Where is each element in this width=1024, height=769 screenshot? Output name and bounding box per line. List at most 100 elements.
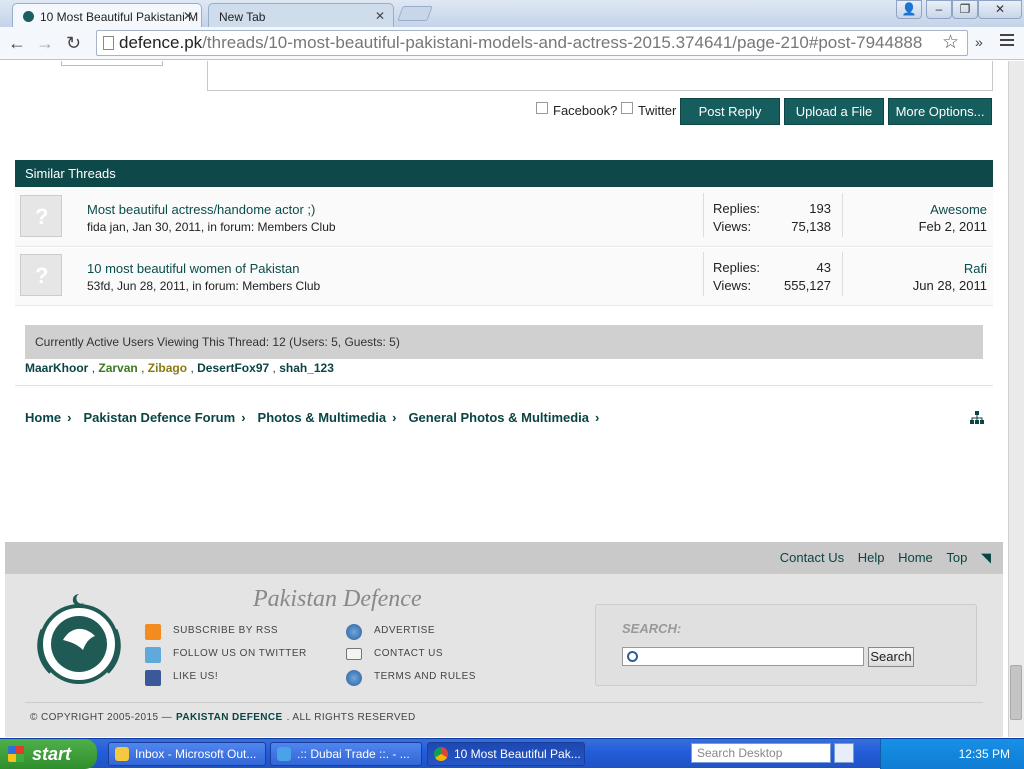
search-go-icon[interactable]	[834, 743, 854, 763]
url-host: defence.pk	[119, 33, 203, 52]
footer: Pakistan Defence SUBSCRIBE BY RSS FOLLOW…	[5, 574, 1003, 737]
footer-home-link[interactable]: Home	[898, 550, 933, 565]
active-user-link[interactable]: MaarKhoor	[25, 361, 88, 375]
contact-us-link[interactable]: CONTACT US	[374, 648, 443, 659]
taskbar-chrome[interactable]: 10 Most Beautiful Pak...	[427, 742, 585, 766]
advertise-link[interactable]: ADVERTISE	[374, 625, 435, 636]
divider	[15, 385, 993, 386]
start-button[interactable]: start	[0, 739, 97, 769]
address-bar[interactable]: defence.pk/threads/10-most-beautiful-pak…	[96, 30, 968, 56]
globe-icon	[346, 670, 362, 686]
twitter-icon[interactable]	[145, 647, 161, 663]
pakistan-defence-logo	[37, 593, 121, 684]
back-arrow-icon[interactable]: ←	[8, 33, 26, 53]
rss-icon[interactable]	[145, 624, 161, 640]
chrome-icon	[434, 747, 448, 761]
copyright: © COPYRIGHT 2005-2015 — PAKISTAN DEFENCE.…	[30, 712, 416, 723]
outlook-icon	[115, 747, 129, 761]
user-separator: ,	[190, 361, 194, 375]
footer-search-panel: SEARCH: Search	[595, 604, 977, 686]
copyright-suffix: . ALL RIGHTS RESERVED	[286, 712, 416, 723]
replies-label: Replies:	[713, 260, 760, 275]
last-post: Rafi Jun 28, 2011	[913, 261, 987, 293]
chevron-right-icon: ›	[241, 410, 246, 425]
tab-label: 10 Most Beautiful Pakistani M	[40, 10, 199, 24]
more-options-button[interactable]: More Options...	[888, 98, 992, 125]
breadcrumb-home[interactable]: Home	[25, 410, 61, 425]
twitter-checkbox[interactable]	[621, 102, 633, 114]
user-separator: ,	[141, 361, 145, 375]
like-us-link[interactable]: LIKE US!	[173, 671, 218, 682]
upload-file-button[interactable]: Upload a File	[784, 98, 884, 125]
tab-close-icon[interactable]: ✕	[375, 9, 385, 23]
minimize-button[interactable]: –	[926, 0, 952, 19]
menu-icon[interactable]	[1000, 34, 1014, 49]
divider	[25, 702, 983, 703]
active-users-bar: Currently Active Users Viewing This Thre…	[25, 325, 983, 359]
close-window-button[interactable]: ✕	[978, 0, 1022, 19]
reload-icon[interactable]: ↻	[66, 33, 81, 53]
terms-rules-link[interactable]: TERMS AND RULES	[374, 671, 476, 682]
active-user-link[interactable]: shah_123	[279, 361, 334, 375]
footer-help-link[interactable]: Help	[858, 550, 885, 565]
post-reply-button[interactable]: Post Reply	[680, 98, 780, 125]
user-separator: ,	[272, 361, 276, 375]
chevron-right-icon: ›	[595, 410, 600, 425]
system-tray: 12:35 PM	[880, 739, 1024, 769]
search-input[interactable]	[622, 647, 864, 666]
twitter-link[interactable]: FOLLOW US ON TWITTER	[173, 648, 307, 659]
facebook-label: Facebook?	[553, 103, 618, 118]
task-label: 10 Most Beautiful Pak...	[454, 747, 581, 761]
thread-meta: 53fd, Jun 28, 2011, in forum: Members Cl…	[87, 279, 321, 293]
url-path: /threads/10-most-beautiful-pakistani-mod…	[202, 33, 923, 52]
breadcrumb-forum[interactable]: Pakistan Defence Forum	[83, 410, 235, 425]
bookmark-star-icon[interactable]: ☆	[942, 31, 959, 54]
facebook-icon[interactable]	[145, 670, 161, 686]
extensions-chevron-icon[interactable]: »	[975, 34, 983, 50]
avatar[interactable]	[20, 195, 62, 237]
last-post-user-link[interactable]: Rafi	[964, 261, 987, 276]
captcha-image	[61, 61, 163, 66]
facebook-checkbox[interactable]	[536, 102, 548, 114]
task-label: .:: Dubai Trade ::. - ...	[297, 747, 410, 761]
search-label: SEARCH:	[622, 621, 682, 636]
globe-icon	[346, 624, 362, 640]
desktop-search-input[interactable]: Search Desktop	[691, 743, 831, 763]
copyright-brand-link[interactable]: PAKISTAN DEFENCE	[176, 712, 283, 723]
vertical-scrollbar[interactable]	[1008, 61, 1024, 737]
user-separator: ,	[91, 361, 96, 375]
thread-title-link[interactable]: 10 most beautiful women of Pakistan	[87, 261, 299, 276]
tab-close-icon[interactable]: ✕	[183, 9, 193, 23]
tab-active[interactable]: 10 Most Beautiful Pakistani M ✕	[12, 3, 202, 27]
twitter-label: Twitter	[638, 103, 677, 118]
tab-new-tab[interactable]: New Tab ✕	[208, 3, 394, 27]
forward-arrow-icon[interactable]: →	[36, 33, 54, 53]
chevron-right-icon: ›	[392, 410, 397, 425]
thread-title-link[interactable]: Most beautiful actress/handome actor ;)	[87, 202, 315, 217]
rss-icon[interactable]: ◥	[981, 550, 991, 565]
active-user-link[interactable]: DesertFox97	[197, 361, 269, 375]
active-users-list: MaarKhoor , Zarvan , Zibago , DesertFox9…	[25, 361, 334, 375]
active-user-link[interactable]: Zarvan	[98, 361, 137, 375]
taskbar-outlook[interactable]: Inbox - Microsoft Out...	[108, 742, 266, 766]
user-profile-button[interactable]: 👤	[896, 0, 922, 19]
thread-row: Most beautiful actress/handome actor ;) …	[15, 189, 993, 247]
scrollbar-thumb[interactable]	[1010, 665, 1022, 720]
taskbar-ie[interactable]: .:: Dubai Trade ::. - ...	[270, 742, 422, 766]
sitemap-icon[interactable]	[970, 411, 984, 425]
breadcrumb-photos[interactable]: Photos & Multimedia	[258, 410, 387, 425]
active-user-link[interactable]: Zibago	[148, 361, 187, 375]
subscribe-rss-link[interactable]: SUBSCRIBE BY RSS	[173, 625, 278, 636]
last-post-user-link[interactable]: Awesome	[930, 202, 987, 217]
footer-top-link[interactable]: Top	[946, 550, 967, 565]
avatar[interactable]	[20, 254, 62, 296]
footer-contact-link[interactable]: Contact Us	[780, 550, 844, 565]
search-button[interactable]: Search	[868, 647, 914, 667]
new-tab-button[interactable]	[397, 6, 433, 21]
browser-titlebar: 10 Most Beautiful Pakistani M ✕ New Tab …	[0, 0, 1024, 27]
breadcrumb-general-photos[interactable]: General Photos & Multimedia	[408, 410, 589, 425]
maximize-button[interactable]: ❐	[952, 0, 978, 19]
views-count: 555,127	[784, 278, 831, 293]
reply-editor[interactable]	[207, 61, 993, 91]
thread-stats: Replies: 43 Views: 555,127	[703, 252, 843, 296]
